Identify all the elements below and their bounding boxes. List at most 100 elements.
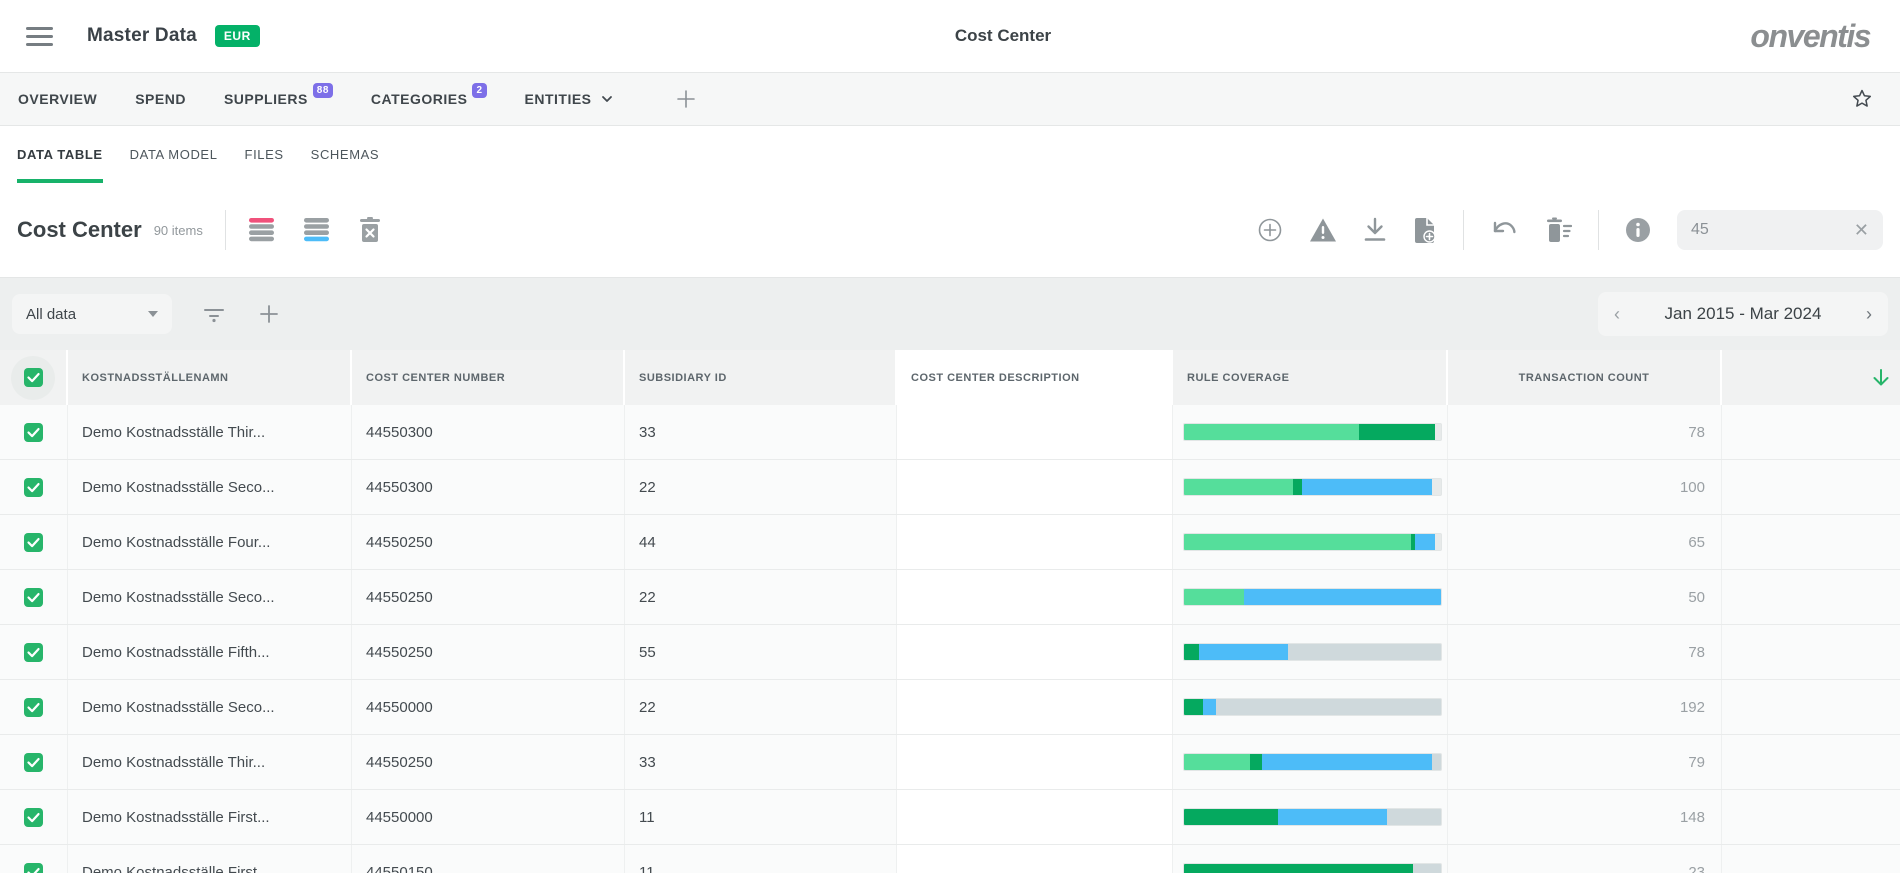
table-row[interactable]: Demo Kostnadsställe Four... 44550250 44 … (0, 515, 1900, 570)
cell-rule-coverage (1173, 680, 1448, 734)
rule-coverage-bar (1184, 809, 1441, 825)
selection-count-input[interactable] (1691, 221, 1841, 239)
download-icon[interactable] (1363, 217, 1387, 243)
filter-icon[interactable] (202, 302, 226, 326)
cell-rule-coverage (1173, 735, 1448, 789)
table-row[interactable]: Demo Kostnadsställe Seco... 44550300 22 … (0, 460, 1900, 515)
cell-cost-center-number: 44550000 (352, 790, 625, 844)
add-row-icon[interactable] (1257, 217, 1283, 243)
clear-selection-icon[interactable]: ✕ (1854, 221, 1869, 239)
cell-transaction-count: 79 (1448, 735, 1722, 789)
add-tab-icon[interactable] (675, 88, 697, 110)
cell-cost-center-description (897, 680, 1173, 734)
date-range-selector[interactable]: ‹ Jan 2015 - Mar 2024 › (1598, 292, 1888, 336)
info-icon[interactable] (1625, 217, 1651, 243)
app-title: Master Data (87, 25, 197, 47)
subtab-files[interactable]: FILES (245, 126, 284, 183)
row-checkbox[interactable] (0, 405, 68, 459)
column-header-transactions[interactable]: TRANSACTION COUNT (1448, 350, 1722, 405)
row-checkbox[interactable] (0, 625, 68, 679)
table-row[interactable]: Demo Kostnadsställe First... 44550150 11… (0, 845, 1900, 873)
cell-subsidiary-id: 22 (625, 680, 897, 734)
table-row[interactable]: Demo Kostnadsställe Thir... 44550300 33 … (0, 405, 1900, 460)
caret-down-icon (148, 311, 158, 317)
select-all-checkbox[interactable] (0, 350, 68, 405)
filter-bar: All data ‹ Jan 2015 - Mar 2024 › (0, 278, 1900, 350)
cell-kostnadsstallenamn: Demo Kostnadsställe Thir... (68, 405, 352, 459)
tab-overview[interactable]: OVERVIEW (18, 91, 97, 107)
tab-categories[interactable]: CATEGORIES2 (371, 91, 487, 107)
cell-cost-center-number: 44550150 (352, 845, 625, 873)
table-toolbar: Cost Center 90 items (0, 183, 1900, 278)
row-checkbox[interactable] (0, 570, 68, 624)
delete-table-icon[interactable] (358, 217, 382, 243)
cell-rule-coverage (1173, 625, 1448, 679)
column-header-number[interactable]: COST CENTER NUMBER (352, 350, 625, 405)
add-filter-icon[interactable] (258, 303, 280, 325)
cell-rule-coverage (1173, 570, 1448, 624)
row-checkbox[interactable] (0, 845, 68, 873)
cell-empty (1722, 515, 1900, 569)
main-nav: OVERVIEW SPEND SUPPLIERS88 CATEGORIES2 E… (0, 72, 1900, 126)
cell-kostnadsstallenamn: Demo Kostnadsställe Four... (68, 515, 352, 569)
column-header-description[interactable]: COST CENTER DESCRIPTION (897, 350, 1173, 405)
favorite-star-icon[interactable] (1850, 87, 1874, 111)
currency-badge: EUR (215, 25, 260, 47)
column-header-coverage[interactable]: RULE COVERAGE (1173, 350, 1448, 405)
cell-empty (1722, 680, 1900, 734)
cell-subsidiary-id: 22 (625, 460, 897, 514)
clear-rules-icon[interactable] (1544, 217, 1572, 243)
cell-subsidiary-id: 11 (625, 790, 897, 844)
column-header-name[interactable]: KOSTNADSSTÄLLENAMN (68, 350, 352, 405)
cell-cost-center-description (897, 570, 1173, 624)
cell-cost-center-number: 44550300 (352, 405, 625, 459)
cell-subsidiary-id: 11 (625, 845, 897, 873)
table-body: Demo Kostnadsställe Thir... 44550300 33 … (0, 405, 1900, 873)
subtab-schemas[interactable]: SCHEMAS (311, 126, 380, 183)
cell-transaction-count: 192 (1448, 680, 1722, 734)
database-source-icon[interactable] (248, 217, 275, 243)
column-header-empty (1722, 350, 1900, 405)
row-checkbox[interactable] (0, 680, 68, 734)
cell-subsidiary-id: 44 (625, 515, 897, 569)
cell-transaction-count: 78 (1448, 625, 1722, 679)
add-file-icon[interactable] (1413, 217, 1437, 244)
sort-descending-icon[interactable] (1870, 367, 1892, 389)
subtab-data-model[interactable]: DATA MODEL (130, 126, 218, 183)
cell-rule-coverage (1173, 515, 1448, 569)
tab-entities[interactable]: ENTITIES (525, 91, 615, 107)
cell-rule-coverage (1173, 405, 1448, 459)
row-checkbox[interactable] (0, 735, 68, 789)
left-icon-group (248, 217, 382, 243)
cell-kostnadsstallenamn: Demo Kostnadsställe Fifth... (68, 625, 352, 679)
cell-cost-center-description (897, 790, 1173, 844)
database-target-icon[interactable] (303, 217, 330, 243)
cell-rule-coverage (1173, 460, 1448, 514)
row-checkbox[interactable] (0, 460, 68, 514)
table-row[interactable]: Demo Kostnadsställe Thir... 44550250 33 … (0, 735, 1900, 790)
cell-cost-center-description (897, 845, 1173, 873)
hamburger-menu-icon[interactable] (26, 27, 53, 46)
row-checkbox[interactable] (0, 790, 68, 844)
table-row[interactable]: Demo Kostnadsställe Fifth... 44550250 55… (0, 625, 1900, 680)
undo-icon[interactable] (1490, 217, 1518, 243)
subtab-data-table[interactable]: DATA TABLE (17, 126, 103, 183)
date-next-icon[interactable]: › (1866, 304, 1872, 325)
suppliers-count-badge: 88 (313, 83, 333, 98)
dataset-selector[interactable]: All data (12, 294, 172, 334)
tab-suppliers[interactable]: SUPPLIERS88 (224, 91, 333, 107)
table-row[interactable]: Demo Kostnadsställe Seco... 44550000 22 … (0, 680, 1900, 735)
row-checkbox[interactable] (0, 515, 68, 569)
rule-coverage-bar (1184, 589, 1441, 605)
page-title: Cost Center (955, 26, 1051, 46)
date-prev-icon[interactable]: ‹ (1614, 304, 1620, 325)
cell-subsidiary-id: 55 (625, 625, 897, 679)
column-header-subsidiary[interactable]: SUBSIDIARY ID (625, 350, 897, 405)
warning-icon[interactable] (1309, 217, 1337, 243)
cell-cost-center-description (897, 515, 1173, 569)
sub-tabs: DATA TABLE DATA MODEL FILES SCHEMAS (0, 126, 1900, 183)
tab-spend[interactable]: SPEND (135, 91, 186, 107)
table-row[interactable]: Demo Kostnadsställe First... 44550000 11… (0, 790, 1900, 845)
table-row[interactable]: Demo Kostnadsställe Seco... 44550250 22 … (0, 570, 1900, 625)
rule-coverage-bar (1184, 424, 1441, 440)
